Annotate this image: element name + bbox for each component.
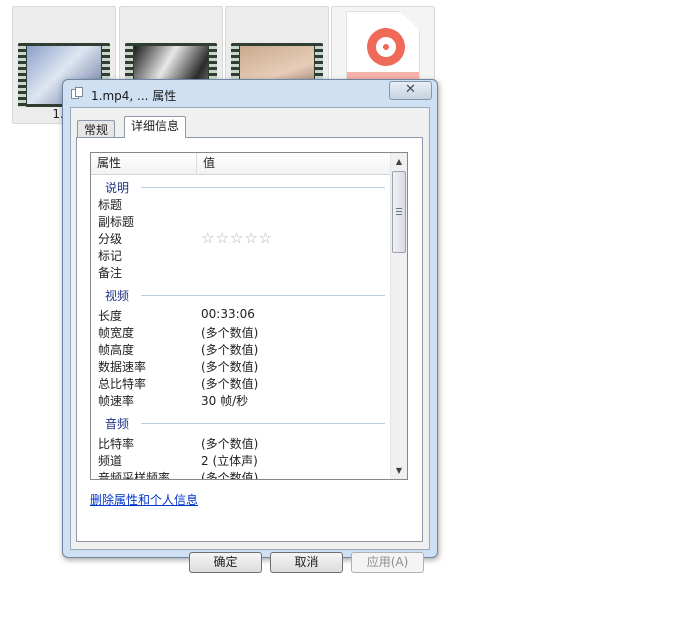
property-name: 分级 [98, 232, 123, 246]
list-item[interactable]: 帧宽度 (多个数值) [91, 324, 391, 341]
list-item[interactable]: 频道 2 (立体声) [91, 452, 391, 469]
dialog-client-area: 常规 详细信息 属性 值 说明 标题 副标题 分级 ☆☆☆☆☆ 标记 备注 视频… [70, 107, 430, 573]
remove-properties-link[interactable]: 删除属性和个人信息 [90, 491, 198, 508]
property-name: 帧高度 [98, 343, 135, 357]
property-name: 副标题 [98, 215, 135, 229]
list-header: 属性 值 [91, 153, 391, 175]
scroll-up-arrow-icon[interactable]: ▲ [391, 153, 407, 170]
column-header-value[interactable]: 值 [197, 153, 337, 175]
scroll-down-arrow-icon[interactable]: ▼ [391, 462, 407, 479]
property-value: 00:33:06 [201, 307, 255, 321]
list-item[interactable]: 音频采样频率 (多个数值) [91, 469, 391, 480]
group-video: 视频 [97, 287, 385, 304]
list-item[interactable]: 数据速率 (多个数值) [91, 358, 391, 375]
property-name: 标记 [98, 249, 123, 263]
ok-button[interactable]: 确定 [189, 552, 262, 573]
list-item[interactable]: 帧高度 (多个数值) [91, 341, 391, 358]
property-value: (多个数值) [201, 437, 259, 451]
apply-button[interactable]: 应用(A) [351, 552, 424, 573]
scrollbar-thumb[interactable] [392, 171, 406, 253]
group-divider [141, 187, 385, 188]
column-header-property[interactable]: 属性 [91, 153, 197, 175]
group-description: 说明 [97, 179, 385, 196]
property-name: 音频采样频率 [98, 471, 171, 480]
property-list[interactable]: 属性 值 说明 标题 副标题 分级 ☆☆☆☆☆ 标记 备注 视频 长度 00:3… [90, 152, 408, 480]
property-name: 总比特率 [98, 377, 147, 391]
group-divider [141, 423, 385, 424]
property-value: (多个数值) [201, 377, 259, 391]
list-item[interactable]: 备注 [91, 264, 391, 281]
list-item[interactable]: 总比特率 (多个数值) [91, 375, 391, 392]
vertical-scrollbar[interactable]: ▲ ▼ [390, 153, 407, 479]
cancel-button[interactable]: 取消 [270, 552, 343, 573]
list-item[interactable]: 副标题 [91, 213, 391, 230]
list-item[interactable]: 标题 [91, 196, 391, 213]
properties-dialog: 1.mp4, ... 属性 ✕ 常规 详细信息 属性 值 说明 标题 副标题 分… [62, 79, 438, 573]
group-title: 视频 [105, 287, 136, 304]
property-value: (多个数值) [201, 471, 259, 480]
property-name: 备注 [98, 266, 123, 280]
property-name: 比特率 [98, 437, 135, 451]
group-divider [141, 295, 385, 296]
group-title: 说明 [105, 179, 136, 196]
tab-details[interactable]: 详细信息 [124, 116, 187, 138]
list-item[interactable]: 标记 [91, 247, 391, 264]
list-item[interactable]: 长度 00:33:06 [91, 307, 391, 324]
property-value: 2 (立体声) [201, 454, 258, 468]
tab-general[interactable]: 常规 [77, 120, 116, 138]
group-audio: 音频 [97, 415, 385, 432]
dialog-title: 1.mp4, ... 属性 [91, 89, 177, 103]
close-button[interactable]: ✕ [389, 81, 432, 100]
group-title: 音频 [105, 415, 136, 432]
property-name: 标题 [98, 198, 123, 212]
property-name: 数据速率 [98, 360, 147, 374]
rating-stars-icon[interactable]: ☆☆☆☆☆ [201, 230, 273, 246]
property-name: 帧宽度 [98, 326, 135, 340]
property-value: 30 帧/秒 [201, 394, 249, 408]
property-name: 长度 [98, 309, 123, 323]
details-tab-panel: 属性 值 说明 标题 副标题 分级 ☆☆☆☆☆ 标记 备注 视频 长度 00:3… [76, 137, 423, 542]
list-item[interactable]: 比特率 (多个数值) [91, 435, 391, 452]
list-item[interactable]: 分级 ☆☆☆☆☆ [91, 230, 391, 247]
property-value: (多个数值) [201, 326, 259, 340]
property-name: 帧速率 [98, 394, 135, 408]
property-value: (多个数值) [201, 343, 259, 357]
file-properties-icon [71, 87, 84, 100]
list-item[interactable]: 帧速率 30 帧/秒 [91, 392, 391, 409]
property-value: (多个数值) [201, 360, 259, 374]
title-bar[interactable]: 1.mp4, ... 属性 ✕ [63, 80, 437, 107]
property-name: 频道 [98, 454, 123, 468]
